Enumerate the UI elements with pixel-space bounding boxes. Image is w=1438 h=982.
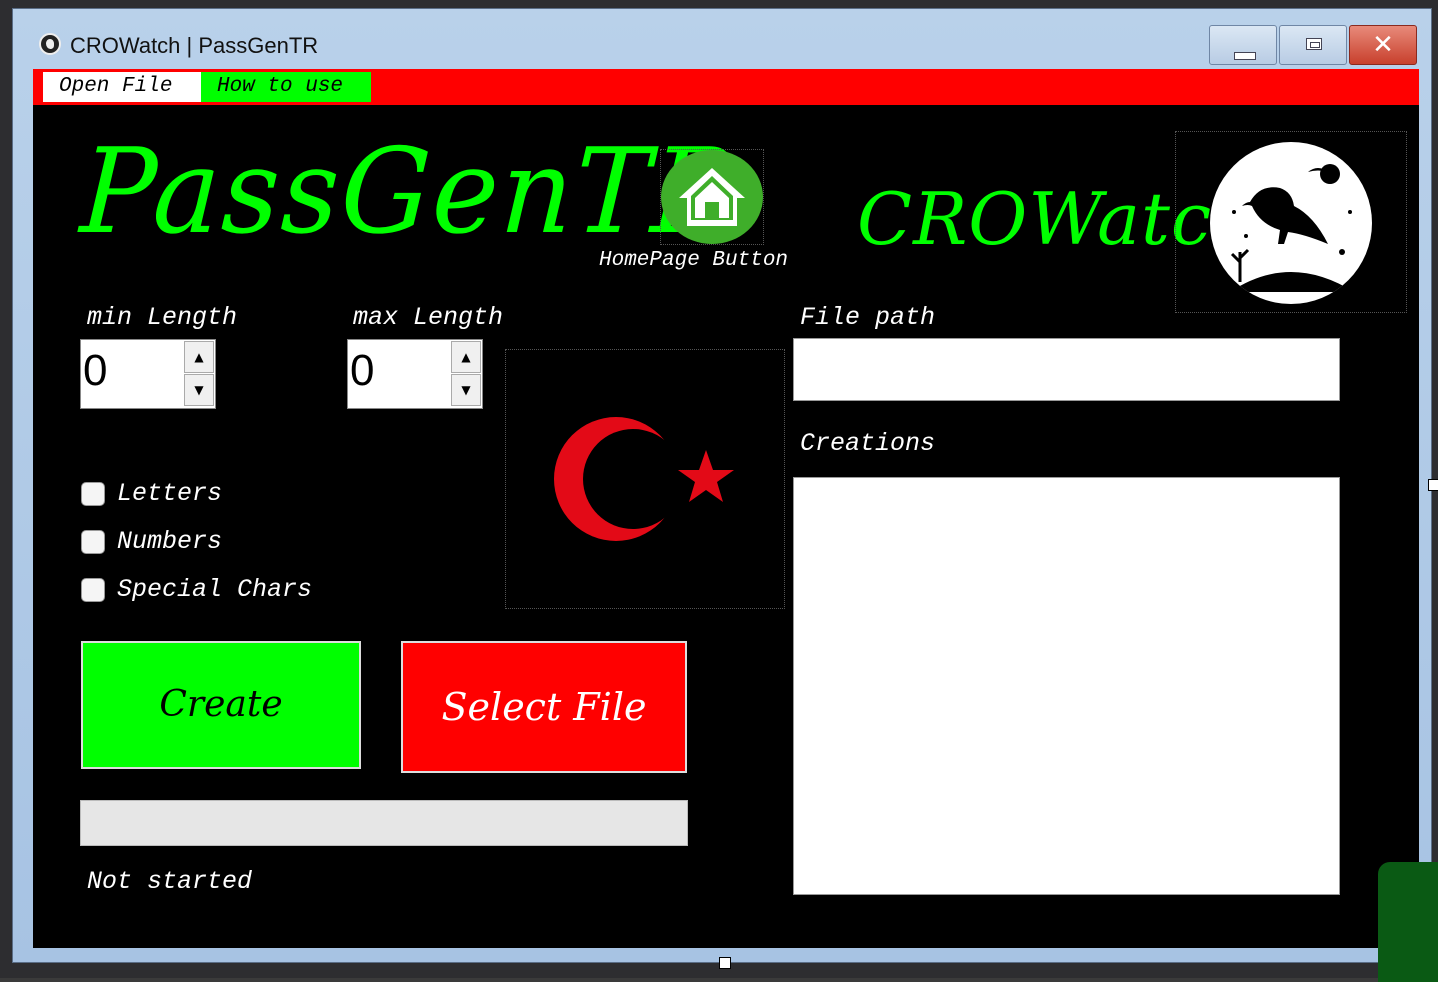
creations-label: Creations bbox=[800, 429, 936, 458]
select-file-button[interactable]: Select File bbox=[401, 641, 687, 773]
title-bar[interactable]: CROWatch | PassGenTR ✕ bbox=[13, 9, 1431, 69]
crow-logo bbox=[1210, 142, 1372, 304]
app-crow-icon bbox=[39, 33, 61, 55]
close-icon: ✕ bbox=[1372, 30, 1394, 60]
minimize-icon bbox=[1234, 52, 1256, 60]
max-length-stepper[interactable]: 0 ▲ ▼ bbox=[347, 339, 483, 409]
min-length-label: min Length bbox=[87, 303, 238, 332]
minimize-button[interactable] bbox=[1209, 25, 1277, 65]
status-label: Not started bbox=[87, 867, 253, 896]
min-decrement-icon[interactable]: ▼ bbox=[184, 374, 214, 406]
resize-handle-right[interactable] bbox=[1428, 479, 1438, 491]
min-length-stepper[interactable]: 0 ▲ ▼ bbox=[80, 339, 216, 409]
home-icon bbox=[661, 150, 763, 244]
homepage-button-label: HomePage Button bbox=[599, 249, 789, 272]
max-decrement-icon[interactable]: ▼ bbox=[451, 374, 481, 406]
special-chars-checkbox[interactable] bbox=[81, 578, 105, 602]
max-length-label: max Length bbox=[353, 303, 504, 332]
file-path-label: File path bbox=[800, 303, 936, 332]
create-button[interactable]: Create bbox=[81, 641, 361, 769]
creations-listbox[interactable] bbox=[793, 477, 1340, 895]
maximize-icon bbox=[1306, 38, 1322, 50]
crow-logo-box bbox=[1175, 131, 1407, 313]
letters-label: Letters bbox=[117, 479, 223, 508]
numbers-label: Numbers bbox=[117, 527, 223, 556]
special-chars-label: Special Chars bbox=[117, 575, 313, 604]
menu-open-file[interactable]: Open File bbox=[43, 72, 201, 102]
turkish-flag bbox=[505, 349, 785, 609]
max-increment-icon[interactable]: ▲ bbox=[451, 341, 481, 373]
maximize-button[interactable] bbox=[1279, 25, 1347, 65]
brand-title-passgentr: PassGenTR bbox=[77, 123, 742, 261]
toolbox-panel[interactable] bbox=[1378, 862, 1438, 982]
numbers-checkbox[interactable] bbox=[81, 530, 105, 554]
min-increment-icon[interactable]: ▲ bbox=[184, 341, 214, 373]
menu-how-to-use[interactable]: How to use bbox=[201, 72, 371, 102]
min-length-value[interactable]: 0 bbox=[83, 346, 107, 396]
app-window: CROWatch | PassGenTR ✕ Open File How to … bbox=[12, 8, 1432, 963]
progress-bar bbox=[80, 800, 688, 846]
max-length-value[interactable]: 0 bbox=[350, 346, 374, 396]
close-button[interactable]: ✕ bbox=[1349, 25, 1417, 65]
form-client-area: Open File How to use PassGenTR HomePage … bbox=[33, 69, 1419, 948]
menu-bar: Open File How to use bbox=[33, 69, 1419, 105]
resize-handle-bottom[interactable] bbox=[719, 957, 731, 969]
window-title: CROWatch | PassGenTR bbox=[70, 33, 319, 58]
letters-checkbox[interactable] bbox=[81, 482, 105, 506]
file-path-input[interactable] bbox=[793, 338, 1340, 401]
homepage-button[interactable] bbox=[660, 149, 764, 245]
